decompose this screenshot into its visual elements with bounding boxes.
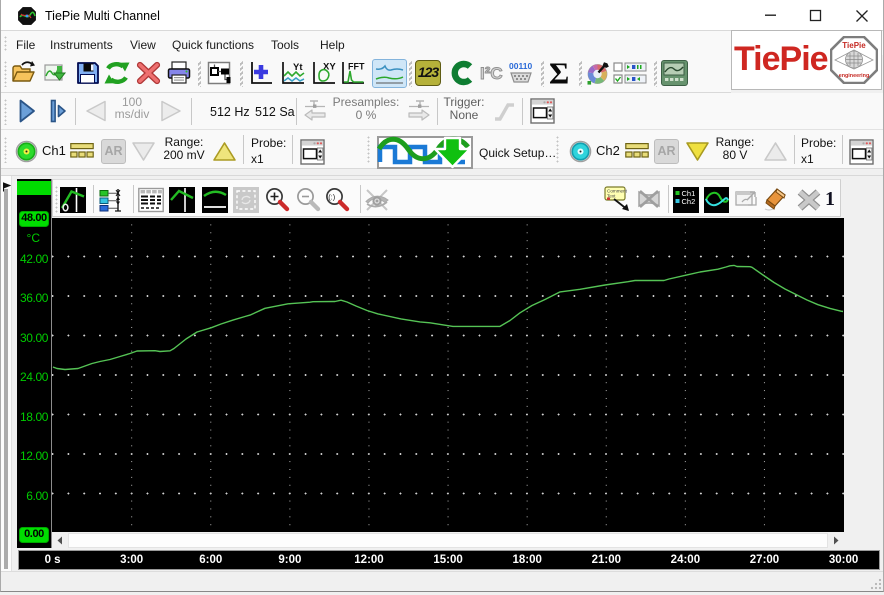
svg-text:I²C: I²C — [480, 64, 503, 83]
svg-text:XY: XY — [323, 62, 336, 73]
svg-text:00110: 00110 — [509, 61, 532, 71]
svg-text:(:): (:) — [328, 193, 336, 202]
svg-text:FFT: FFT — [348, 62, 365, 72]
svg-text:Yt: Yt — [293, 62, 303, 73]
svg-text:engineering: engineering — [839, 73, 870, 79]
svg-text:Σ: Σ — [549, 60, 569, 86]
svg-text:Ch2: Ch2 — [682, 197, 696, 206]
svg-text:TiePie: TiePie — [842, 41, 866, 50]
